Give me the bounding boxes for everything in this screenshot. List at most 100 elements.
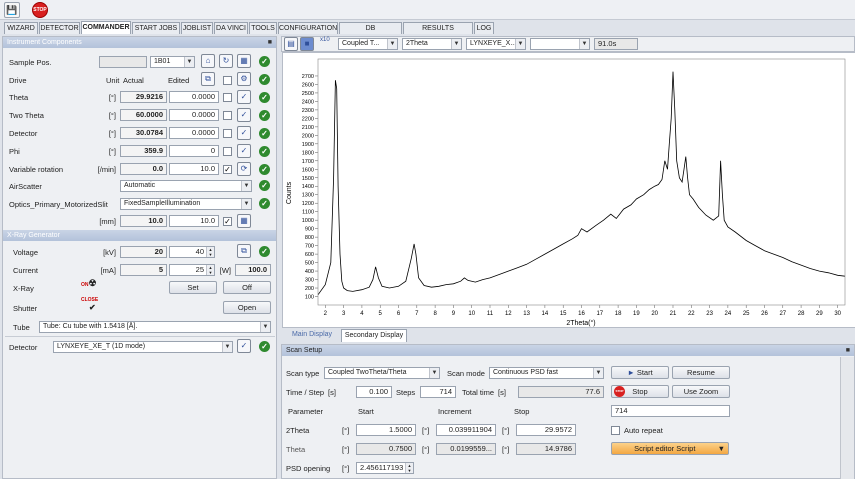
tab-log[interactable]: LOG [474, 22, 494, 34]
tab-start-jobs[interactable]: START JOBS [132, 22, 180, 34]
slit-select[interactable]: FixedSampleIllumination ▼ [120, 198, 252, 210]
drive-checkbox[interactable]: ✓ [223, 165, 232, 174]
plot-frame [317, 58, 846, 306]
airscatter-value: Automatic [124, 182, 156, 189]
drive-edited-input[interactable]: 0 [169, 145, 219, 157]
twotheta-increment-input[interactable]: 0.039911904 [436, 424, 496, 436]
tab-tools[interactable]: TOOLS [249, 22, 277, 34]
home-icon[interactable]: ⌂ [201, 54, 215, 68]
confirm-drive-icon[interactable]: ✓ [259, 92, 270, 103]
diffractogram-svg: 2 3 4 5 6 7 8 9 10 11 12 13 14 15 16 17 18 19 20 21 22 23 24 25… [286, 58, 846, 327]
twotheta-start-input[interactable]: 1.5000 [356, 424, 416, 436]
tab-detector[interactable]: DETECTOR [39, 22, 80, 34]
move-drive-icon[interactable]: ✓ [237, 126, 251, 140]
current-label: Current [13, 266, 39, 275]
tab-configuration[interactable]: CONFIGURATION [278, 22, 338, 34]
drive-edited-input[interactable]: 10.0 [169, 163, 219, 175]
zoom-x10-icon[interactable]: x10 [320, 37, 336, 51]
detector-combo[interactable]: LYNXEYE_X... ▼ [466, 38, 526, 50]
tab-secondary-display[interactable]: Secondary Display [341, 329, 407, 342]
psd-opening-input[interactable]: 2.456117193 ▲ ▼ [356, 462, 414, 474]
tab-main-display[interactable]: Main Display [284, 329, 340, 341]
diffractogram-plot[interactable]: 2 3 4 5 6 7 8 9 10 11 12 13 14 15 16 17 18 19 20 21 22 23 24 25… [282, 52, 855, 328]
drive-checkbox[interactable] [223, 129, 232, 138]
confirm-airscatter-icon[interactable]: ✓ [259, 180, 270, 191]
move-drive-icon[interactable]: ✓ [237, 108, 251, 122]
save-icon[interactable]: 💾 [4, 2, 20, 18]
scan-type-combo[interactable]: Coupled T... ▼ [338, 38, 398, 50]
sample-changer-icon[interactable]: ▦ [237, 54, 251, 68]
copy-actual-icon[interactable]: ⧉ [201, 72, 215, 86]
slit-edited-input[interactable]: 10.0 [169, 215, 219, 227]
rotation-icon[interactable]: ⟳ [237, 162, 251, 176]
sample-pos-empty-field[interactable] [99, 56, 147, 68]
drive-edited-input[interactable]: 0.0000 [169, 127, 219, 139]
move-drive-icon[interactable]: ✓ [237, 90, 251, 104]
xray-set-button[interactable]: Set [169, 281, 217, 294]
tab-wizard[interactable]: WIZARD [4, 22, 38, 34]
confirm-drive-icon[interactable]: ✓ [259, 146, 270, 157]
spin-icon[interactable]: ▲ ▼ [405, 463, 413, 473]
detector-move-icon[interactable]: ✓ [237, 339, 251, 353]
tab-db-management[interactable]: DB MANAGEMENT [339, 22, 402, 43]
refresh-icon[interactable]: ↻ [219, 54, 233, 68]
tab-joblist[interactable]: JOBLIST [181, 22, 213, 34]
theta-stop-display: 14.9786 [516, 443, 576, 455]
shutter-open-button[interactable]: Open [223, 301, 271, 314]
stop-scan-button[interactable]: STOP Stop [611, 385, 669, 398]
move-all-icon[interactable]: ⚙ [237, 72, 251, 86]
drive-checkbox[interactable] [223, 93, 232, 102]
spin-icon[interactable]: ▲ ▼ [206, 265, 214, 275]
scrollbar[interactable] [840, 357, 854, 479]
drive-unit: [°] [108, 129, 116, 138]
scan-type-select[interactable]: Coupled TwoTheta/Theta ▼ [324, 367, 440, 379]
copy-xray-icon[interactable]: ⧉ [237, 244, 251, 258]
y-tick-label: 800 [305, 235, 314, 241]
resume-button[interactable]: Resume [672, 366, 730, 379]
script-editor-button[interactable]: Script editor Script ▼ [611, 442, 729, 455]
voltage-input[interactable]: 40 ▲ ▼ [169, 246, 215, 258]
confirm-sample-icon[interactable]: ✓ [259, 56, 270, 67]
detector-select[interactable]: LYNXEYE_XE_T (1D mode) ▼ [53, 341, 233, 353]
scan-mode-select[interactable]: Continuous PSD fast ▼ [489, 367, 604, 379]
current-input[interactable]: 25 ▲ ▼ [169, 264, 215, 276]
confirm-all-icon[interactable]: ✓ [259, 74, 270, 85]
spin-icon[interactable]: ▲ ▼ [206, 247, 214, 257]
tab-results-manager[interactable]: RESULTS MANAGER [403, 22, 473, 43]
sample-pos-select[interactable]: 1B01 ▼ [150, 56, 195, 68]
stop-icon[interactable]: STOP [32, 2, 48, 18]
x-tick-label: 12 [505, 311, 512, 317]
tab-da-vinci[interactable]: DA VINCI [214, 22, 248, 34]
start-button[interactable]: ► Start [611, 366, 669, 379]
airscatter-select[interactable]: Automatic ▼ [120, 180, 252, 192]
drive-checkbox[interactable] [223, 111, 232, 120]
confirm-slit-icon[interactable]: ✓ [259, 198, 270, 209]
drive-edited-input[interactable]: 0.0000 [169, 91, 219, 103]
confirm-drive-icon[interactable]: ✓ [259, 110, 270, 121]
select-all-checkbox[interactable] [223, 76, 232, 85]
tab-commander[interactable]: COMMANDER [81, 21, 131, 34]
xray-off-button[interactable]: Off [223, 281, 271, 294]
confirm-voltage-icon[interactable]: ✓ [259, 246, 270, 257]
pin-icon[interactable]: ■ [846, 345, 850, 356]
extra-combo[interactable]: ▼ [530, 38, 590, 50]
tube-select[interactable]: Tube: Cu tube with 1.5418 [Å]. ▼ [39, 321, 271, 333]
drive-checkbox[interactable] [223, 147, 232, 156]
confirm-detector-icon[interactable]: ✓ [259, 341, 270, 352]
slit-move-icon[interactable]: ▦ [237, 214, 251, 228]
steps-input[interactable]: 714 [420, 386, 456, 398]
slit-checkbox[interactable]: ✓ [223, 217, 232, 226]
chevron-down-icon: ▼ [717, 444, 725, 453]
twotheta-stop-input[interactable]: 29.9572 [516, 424, 576, 436]
confirm-drive-icon[interactable]: ✓ [259, 164, 270, 175]
plot-view-icon[interactable]: ▤ [284, 37, 298, 51]
pin-icon[interactable]: ■ [268, 37, 272, 48]
move-drive-icon[interactable]: ✓ [237, 144, 251, 158]
confirm-drive-icon[interactable]: ✓ [259, 128, 270, 139]
plot-active-view-icon[interactable]: ■ [300, 37, 314, 51]
time-step-input[interactable]: 0.100 [356, 386, 392, 398]
axis-combo[interactable]: 2Theta ▼ [402, 38, 462, 50]
auto-repeat-checkbox[interactable] [611, 426, 620, 435]
drive-edited-input[interactable]: 0.0000 [169, 109, 219, 121]
use-zoom-button[interactable]: Use Zoom [672, 385, 730, 398]
